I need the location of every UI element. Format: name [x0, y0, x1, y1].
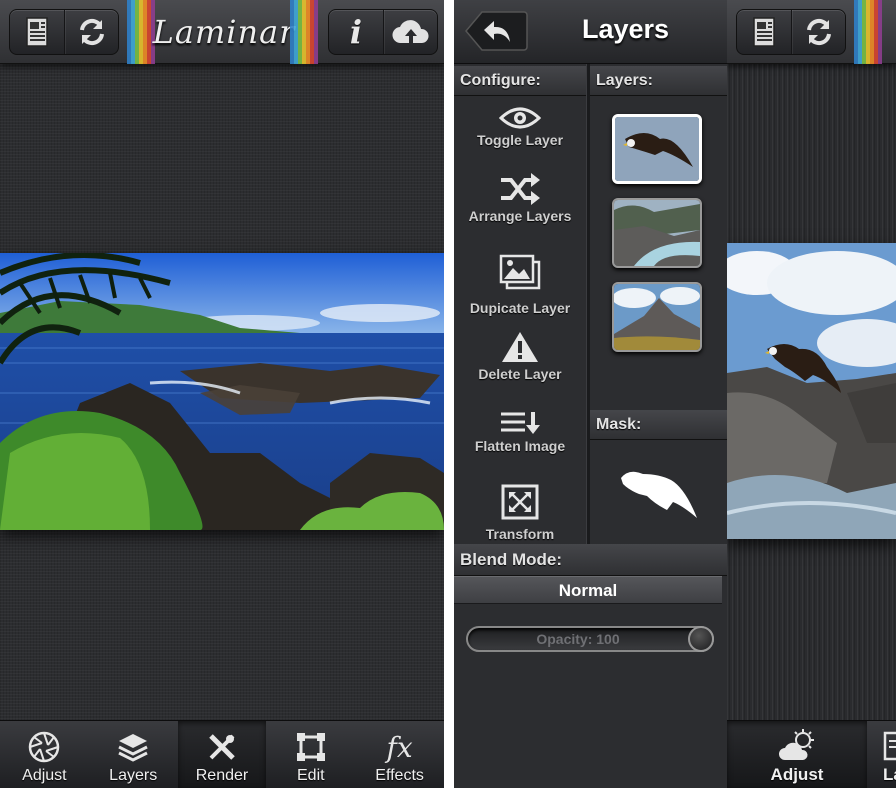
opacity-slider-knob[interactable]: [688, 626, 714, 652]
tab-edit[interactable]: Edit: [266, 721, 355, 788]
blend-mode-heading: Blend Mode:: [454, 544, 727, 576]
warning-icon: [502, 332, 538, 362]
tab-layers[interactable]: La: [867, 721, 896, 788]
fx-icon: fx: [386, 730, 413, 764]
cloud-upload-button[interactable]: [383, 10, 437, 54]
left-button-group: [736, 9, 846, 55]
canvas-photo-ocean[interactable]: [0, 253, 444, 530]
back-arrow-icon: [465, 11, 528, 51]
main-screen: Laminar i Adjust Layers Render Edit fx E…: [0, 0, 444, 788]
refresh-icon: [806, 18, 831, 46]
mountain-thumbnail-image: [614, 284, 700, 350]
toggle-layer-button[interactable]: Toggle Layer: [454, 106, 586, 148]
bottom-tab-bar: Adjust Layers Render Edit fx Effects: [0, 720, 444, 788]
sun-cloud-icon: [779, 729, 814, 760]
configure-item-label: Transform: [485, 526, 555, 542]
transform-button[interactable]: Transform: [454, 484, 586, 542]
right-button-group: i: [328, 9, 438, 55]
eagle-mask-icon: [620, 471, 697, 518]
tab-effects[interactable]: fx Effects: [355, 721, 444, 788]
layer-thumbnail-river[interactable]: [612, 198, 702, 268]
document-icon: [753, 17, 775, 47]
layers-heading: Layers:: [590, 66, 727, 96]
aperture-icon: [29, 731, 60, 763]
document-button[interactable]: [737, 10, 791, 54]
tab-layers[interactable]: Layers: [89, 721, 178, 788]
left-button-group: [9, 9, 119, 55]
bottom-tab-bar: Adjust La: [727, 720, 896, 788]
configure-item-label: Flatten Image: [474, 438, 566, 454]
tab-adjust[interactable]: Adjust: [727, 721, 867, 788]
composite-preview-screen: Adjust La: [727, 0, 896, 788]
tab-label: La: [883, 765, 896, 784]
delete-layer-button[interactable]: Delete Layer: [454, 330, 586, 382]
arrange-layers-button[interactable]: Arrange Layers: [454, 172, 586, 224]
river-thumbnail-image: [614, 200, 700, 266]
rainbow-stripe-left: [854, 0, 882, 64]
tab-label: Adjust: [770, 765, 824, 784]
tab-label: Render: [195, 767, 249, 784]
document-icon: [26, 17, 48, 47]
layers-panel-header: Layers: [454, 0, 727, 64]
top-toolbar: [727, 0, 896, 64]
configure-heading: Configure:: [454, 66, 586, 96]
layers-icon: [118, 734, 148, 762]
refresh-icon: [79, 18, 104, 46]
mask-heading: Mask:: [590, 410, 727, 440]
ocean-photo-image: [0, 253, 444, 530]
configure-item-label: Dupicate Layer: [469, 300, 571, 316]
shuffle-icon: [501, 173, 540, 205]
refresh-button[interactable]: [64, 10, 118, 54]
top-toolbar: Laminar i: [0, 0, 444, 64]
layers-panel: Layers Configure: Layers: Toggle Layer A…: [454, 0, 727, 788]
eagle-thumbnail-image: [615, 117, 699, 181]
rainbow-stripe-left: [127, 0, 155, 64]
tab-label: Layers: [109, 767, 158, 784]
flatten-icon: [501, 412, 540, 434]
tab-label: Edit: [297, 767, 325, 784]
duplicate-layer-button[interactable]: Dupicate Layer: [454, 254, 586, 316]
cloud-upload-icon: [391, 20, 429, 44]
transform-icon: [501, 484, 539, 520]
layer-thumbnail-mountain[interactable]: [612, 282, 702, 352]
opacity-label: Opacity: 100: [536, 631, 620, 647]
document-button[interactable]: [10, 10, 64, 54]
blend-mode-selector[interactable]: Normal: [454, 576, 722, 604]
panel-title: Layers: [581, 14, 670, 44]
configure-item-label: Delete Layer: [478, 366, 562, 382]
info-button[interactable]: i: [329, 10, 383, 54]
mask-preview[interactable]: [590, 440, 727, 544]
opacity-slider[interactable]: Opacity: 100: [466, 626, 714, 652]
back-button[interactable]: [464, 10, 528, 52]
tab-label: Adjust: [22, 767, 67, 784]
rainbow-stripe-right: [290, 0, 318, 64]
refresh-button[interactable]: [791, 10, 845, 54]
render-tools-icon: [209, 734, 235, 760]
tab-label: Effects: [375, 767, 424, 784]
layer-thumbnail-eagle[interactable]: [612, 114, 702, 184]
tab-render[interactable]: Render: [177, 721, 267, 788]
flatten-image-button[interactable]: Flatten Image: [454, 410, 586, 454]
configure-item-label: Toggle Layer: [476, 132, 564, 148]
tab-adjust[interactable]: Adjust: [0, 721, 89, 788]
duplicate-image-icon: [499, 254, 541, 290]
layers-icon: [883, 731, 896, 761]
info-icon: i: [349, 13, 363, 51]
app-logo: Laminar: [152, 13, 296, 51]
composite-photo-image: [727, 243, 896, 539]
canvas-photo-composite[interactable]: [727, 243, 896, 539]
crop-icon: [296, 733, 325, 761]
eye-icon: [499, 107, 541, 129]
configure-item-label: Arrange Layers: [468, 208, 572, 224]
